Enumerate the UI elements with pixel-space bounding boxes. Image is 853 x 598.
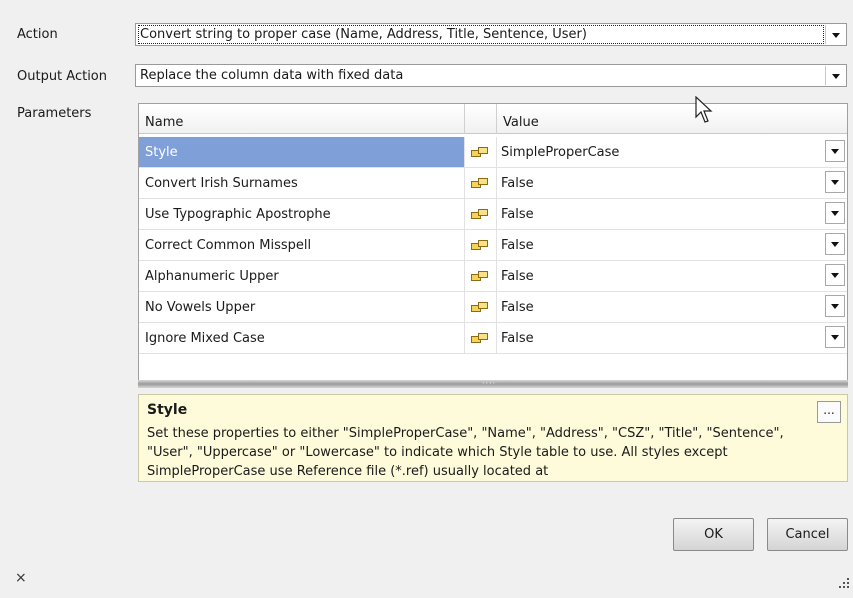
- help-panel: Style Set these properties to either "Si…: [138, 394, 848, 482]
- grid-help-splitter[interactable]: ····: [138, 380, 848, 388]
- parameter-icon: [471, 271, 489, 282]
- param-value-cell[interactable]: False: [497, 168, 847, 199]
- action-combo[interactable]: Convert string to proper case (Name, Add…: [135, 23, 847, 46]
- param-value-cell[interactable]: False: [497, 230, 847, 261]
- dropdown-arrow-icon: [831, 211, 839, 216]
- dropdown-arrow-icon: [831, 180, 839, 185]
- param-name-cell[interactable]: No Vowels Upper: [139, 292, 465, 323]
- output-action-dropdown-button[interactable]: [825, 66, 845, 85]
- dropdown-arrow-icon: [831, 32, 840, 38]
- dropdown-arrow-icon: [831, 149, 839, 154]
- parameter-icon: [471, 240, 489, 251]
- help-description: Set these properties to either "SimplePr…: [147, 426, 784, 479]
- output-action-combo-value: Replace the column data with fixed data: [140, 68, 404, 83]
- dropdown-arrow-icon: [831, 273, 839, 278]
- dropdown-arrow-icon: [831, 73, 840, 79]
- param-value-cell[interactable]: False: [497, 323, 847, 354]
- parameter-icon: [471, 147, 489, 158]
- param-name-cell[interactable]: Alphanumeric Upper: [139, 261, 465, 292]
- param-value-cell[interactable]: False: [497, 261, 847, 292]
- action-combo-value: Convert string to proper case (Name, Add…: [138, 25, 824, 44]
- value-dropdown-button[interactable]: [825, 233, 845, 255]
- parameter-icon: [471, 178, 489, 189]
- splitter-grip-icon: ····: [482, 379, 497, 388]
- param-value-cell[interactable]: SimpleProperCase: [497, 137, 847, 168]
- table-row[interactable]: No Vowels Upper False: [139, 292, 847, 323]
- table-row[interactable]: Use Typographic Apostrophe False: [139, 199, 847, 230]
- column-header-icon: [465, 104, 497, 134]
- parameter-icon: [471, 302, 489, 313]
- output-action-combo[interactable]: Replace the column data with fixed data: [135, 64, 847, 87]
- param-name-cell[interactable]: Correct Common Misspell: [139, 230, 465, 261]
- output-action-label: Output Action: [17, 69, 108, 84]
- resize-grip-icon[interactable]: [839, 578, 849, 588]
- dropdown-arrow-icon: [831, 304, 839, 309]
- close-icon[interactable]: ×: [15, 570, 27, 586]
- parameter-icon: [471, 333, 489, 344]
- param-name-cell[interactable]: Ignore Mixed Case: [139, 323, 465, 354]
- value-dropdown-button[interactable]: [825, 264, 845, 286]
- dropdown-arrow-icon: [831, 242, 839, 247]
- table-row[interactable]: Ignore Mixed Case False: [139, 323, 847, 354]
- value-dropdown-button[interactable]: [825, 202, 845, 224]
- parameter-icon: [471, 209, 489, 220]
- help-title: Style: [147, 402, 188, 418]
- table-row[interactable]: Alphanumeric Upper False: [139, 261, 847, 292]
- param-name-cell[interactable]: Convert Irish Surnames: [139, 168, 465, 199]
- help-expand-button[interactable]: ...: [817, 401, 841, 423]
- cancel-button[interactable]: Cancel: [767, 518, 848, 551]
- param-value-cell[interactable]: False: [497, 199, 847, 230]
- table-row[interactable]: Correct Common Misspell False: [139, 230, 847, 261]
- value-dropdown-button[interactable]: [825, 140, 845, 162]
- value-dropdown-button[interactable]: [825, 171, 845, 193]
- param-value-cell[interactable]: False: [497, 292, 847, 323]
- grid-header: Name Value: [139, 104, 847, 134]
- table-row[interactable]: Convert Irish Surnames False: [139, 168, 847, 199]
- value-dropdown-button[interactable]: [825, 295, 845, 317]
- parameters-grid: Name Value Style SimpleProperCase Conver…: [138, 103, 848, 383]
- action-dropdown-button[interactable]: [825, 25, 845, 44]
- ok-button[interactable]: OK: [673, 518, 754, 551]
- action-label: Action: [17, 27, 58, 42]
- column-header-name[interactable]: Name: [139, 104, 465, 134]
- table-row[interactable]: Style SimpleProperCase: [139, 137, 847, 168]
- param-name-cell[interactable]: Style: [139, 137, 465, 168]
- value-dropdown-button[interactable]: [825, 326, 845, 348]
- column-header-value[interactable]: Value: [497, 104, 847, 134]
- param-name-cell[interactable]: Use Typographic Apostrophe: [139, 199, 465, 230]
- dropdown-arrow-icon: [831, 335, 839, 340]
- mouse-cursor-icon: [695, 96, 713, 123]
- parameters-label: Parameters: [17, 106, 92, 121]
